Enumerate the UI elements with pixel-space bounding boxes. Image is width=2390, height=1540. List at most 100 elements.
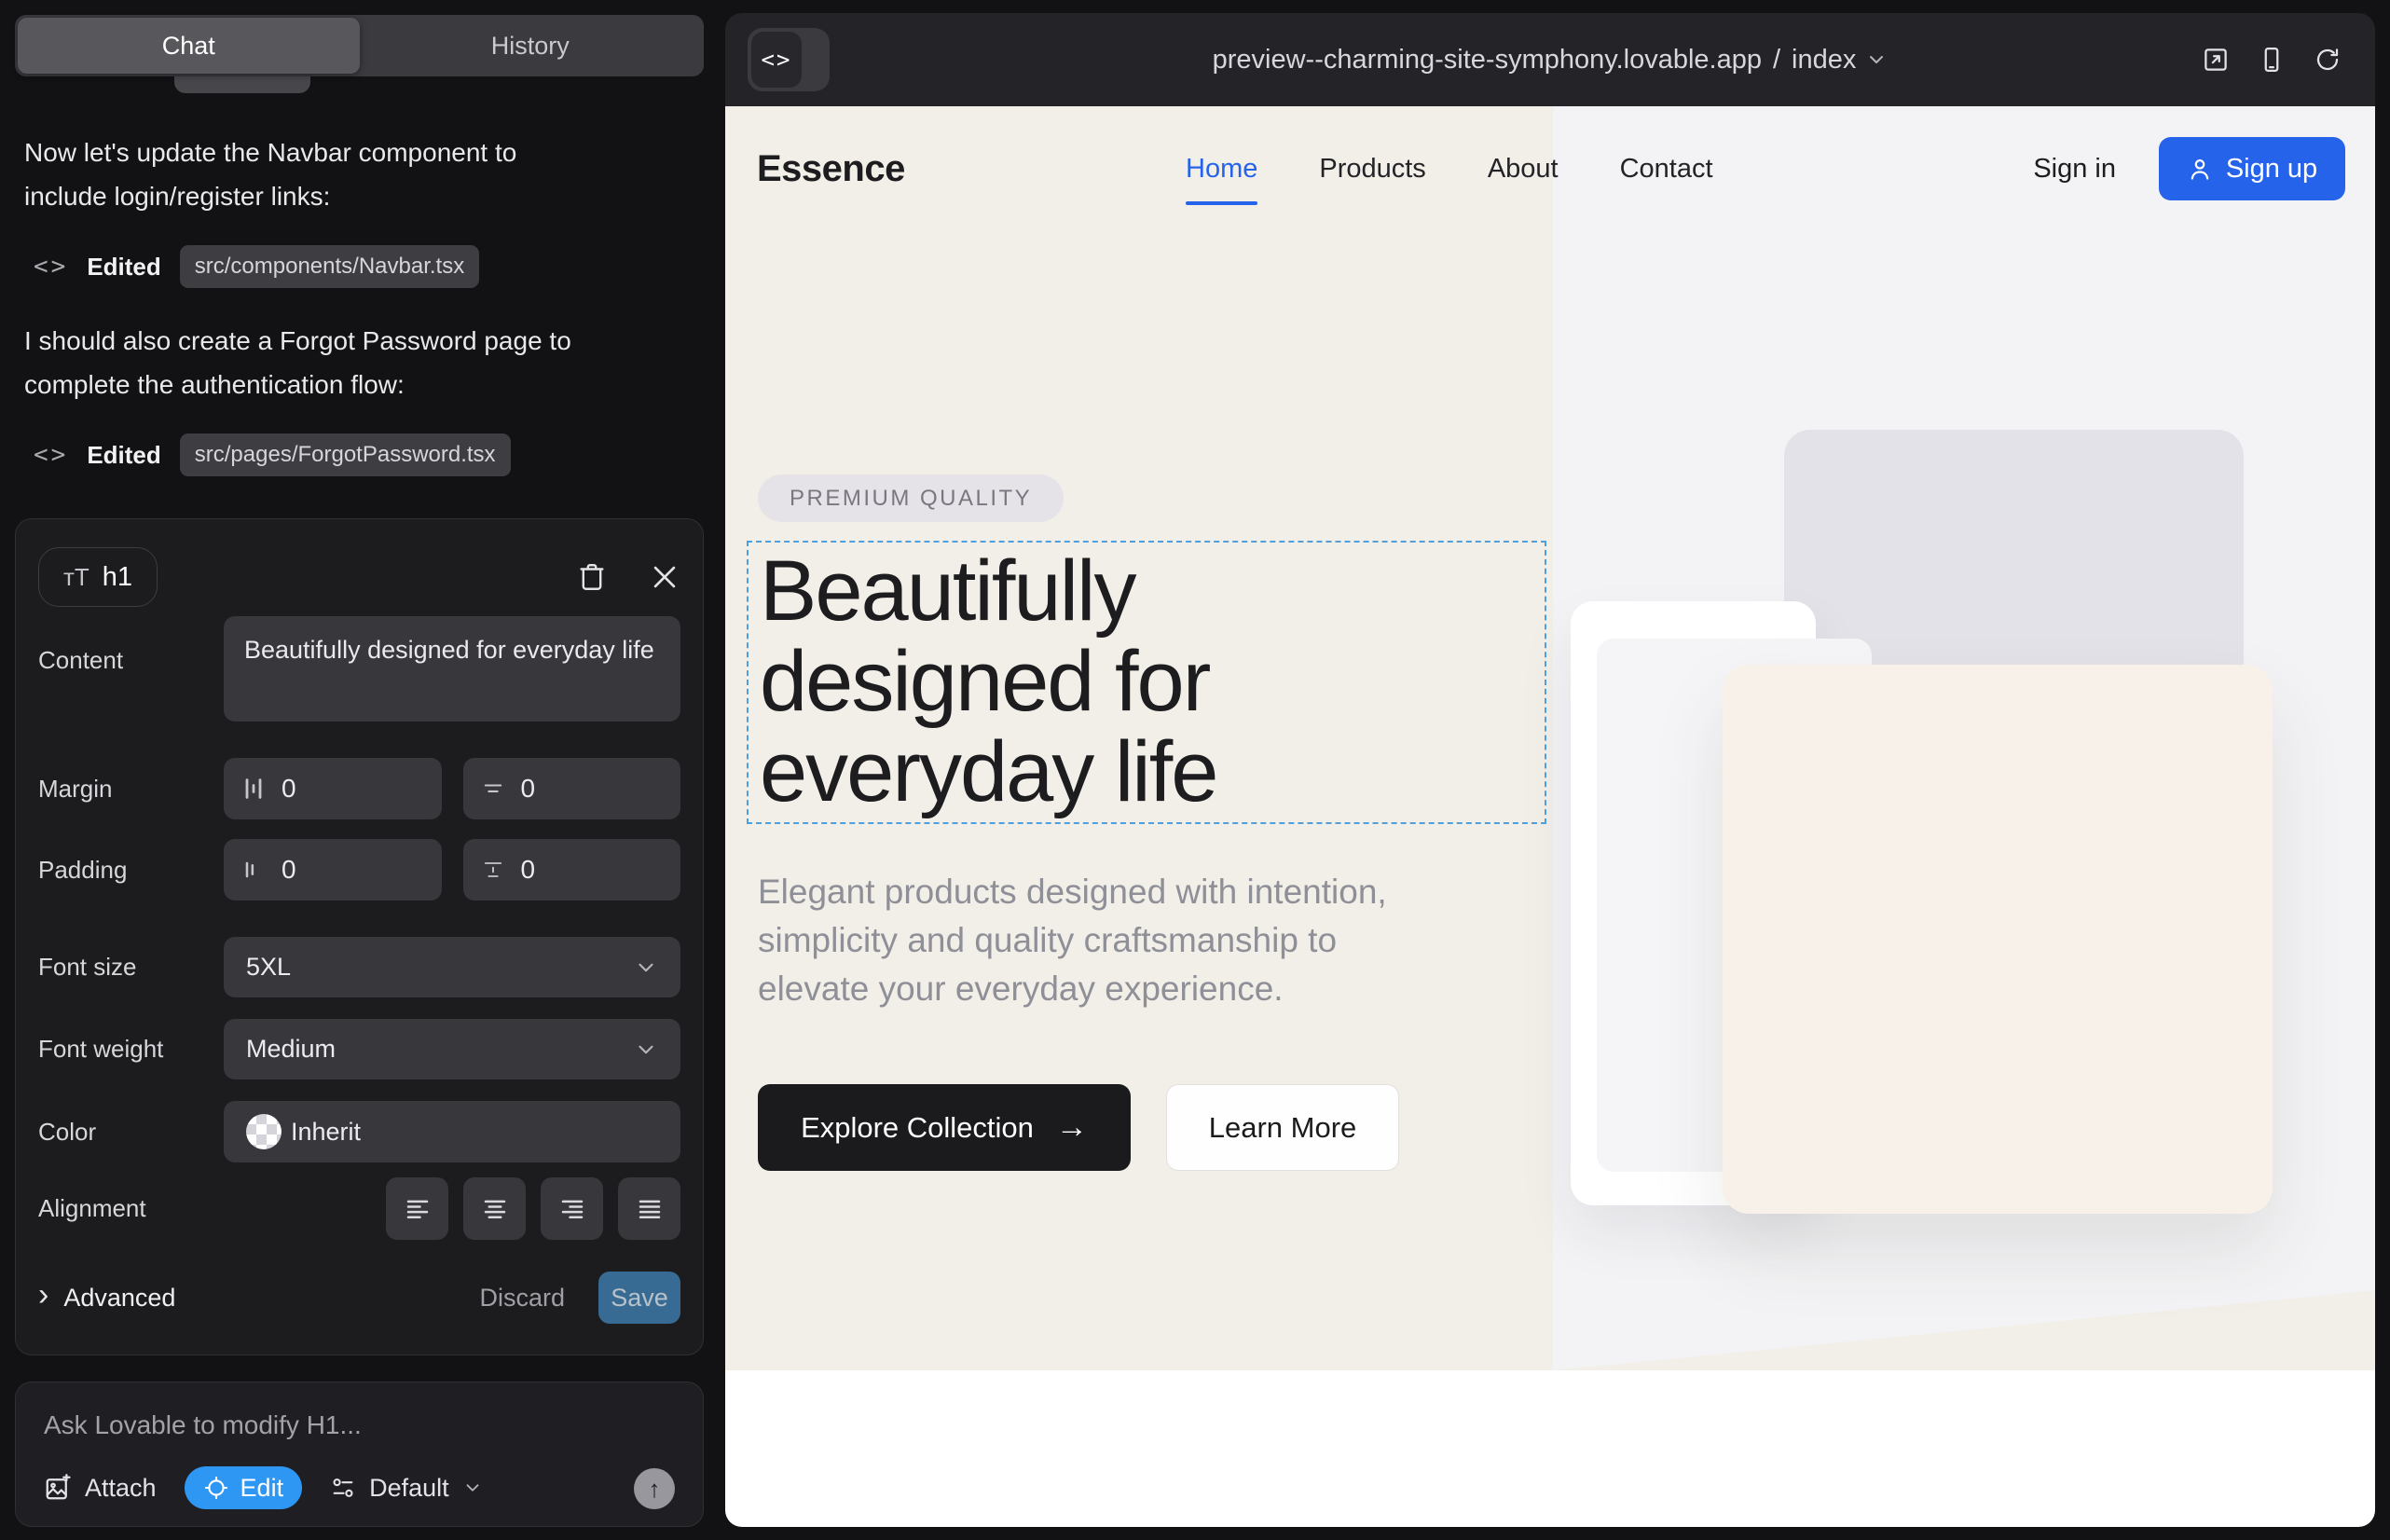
padding-y-field[interactable] [463, 839, 681, 901]
browser-chrome: <> preview--charming-site-symphony.lovab… [725, 13, 2375, 106]
page-name: index [1792, 45, 1856, 76]
nav-link-about[interactable]: About [1488, 154, 1559, 185]
padding-label: Padding [38, 856, 224, 885]
edit-mode-button[interactable]: Edit [185, 1466, 303, 1509]
font-size-row: Font size 5XL [38, 937, 680, 997]
align-center-icon [481, 1195, 509, 1223]
selection-outline: Beautifully designed for everyday life [747, 541, 1546, 824]
color-value: Inherit [291, 1118, 361, 1147]
tab-history[interactable]: History [360, 18, 702, 74]
mobile-view-icon[interactable] [2258, 46, 2286, 74]
content-textarea[interactable]: Beautifully designed for everyday life [224, 616, 680, 722]
content-row: Content Beautifully designed for everyda… [38, 616, 680, 722]
font-weight-label: Font weight [38, 1035, 224, 1064]
chat-composer: Attach Edit Default ↑ [15, 1382, 704, 1527]
send-button[interactable]: ↑ [634, 1468, 675, 1509]
sidebar: Chat History Now let's update the Navbar… [0, 0, 725, 1540]
composer-input[interactable] [44, 1405, 659, 1446]
edited-label: Edited [87, 441, 160, 470]
padding-horizontal-icon [240, 857, 267, 883]
margin-y-input[interactable] [521, 774, 665, 804]
learn-more-button[interactable]: Learn More [1166, 1084, 1399, 1171]
tab-chat[interactable]: Chat [18, 18, 360, 74]
sign-up-button[interactable]: Sign up [2159, 137, 2345, 200]
save-button[interactable]: Save [598, 1272, 680, 1324]
url-separator: / [1773, 45, 1780, 76]
margin-label: Margin [38, 775, 224, 804]
align-left-icon [404, 1195, 432, 1223]
code-icon: <> [34, 253, 68, 281]
padding-row: Padding [38, 839, 680, 901]
editor-header: тT h1 [38, 547, 680, 607]
typography-icon: тT [63, 563, 89, 592]
site-logo[interactable]: Essence [757, 106, 905, 231]
image-plus-icon [44, 1474, 72, 1502]
site-page: Essence Home Products About Contact Sign… [725, 106, 2375, 1527]
font-weight-value: Medium [246, 1035, 336, 1064]
font-size-value: 5XL [246, 953, 291, 982]
edited-label: Edited [87, 253, 160, 282]
align-left-button[interactable] [386, 1177, 448, 1240]
align-justify-icon [636, 1195, 664, 1223]
color-select[interactable]: Inherit [224, 1101, 680, 1162]
open-external-icon[interactable] [2202, 46, 2230, 74]
nav-link-home[interactable]: Home [1186, 154, 1257, 185]
padding-x-input[interactable] [282, 855, 425, 885]
element-tag-name: h1 [103, 562, 132, 593]
preview-url: preview--charming-site-symphony.lovable.… [1213, 45, 1762, 76]
file-pill[interactable]: src/components/Navbar.tsx [180, 245, 479, 288]
alignment-label: Alignment [38, 1194, 224, 1223]
advanced-toggle[interactable]: › Advanced [38, 1282, 175, 1313]
margin-row: Margin [38, 758, 680, 819]
font-size-label: Font size [38, 953, 224, 982]
color-row: Color Inherit [38, 1101, 680, 1162]
color-swatch [246, 1114, 282, 1149]
font-weight-select[interactable]: Medium [224, 1019, 680, 1079]
close-icon[interactable] [649, 561, 680, 593]
align-center-button[interactable] [463, 1177, 526, 1240]
chevron-down-icon [634, 956, 658, 980]
explore-collection-button[interactable]: Explore Collection → [758, 1084, 1131, 1171]
element-tag-pill: тT h1 [38, 547, 158, 607]
preview-panel: <> preview--charming-site-symphony.lovab… [725, 13, 2375, 1527]
advanced-label: Advanced [63, 1284, 175, 1313]
margin-x-field[interactable] [224, 758, 442, 819]
url-bar: preview--charming-site-symphony.lovable.… [725, 13, 2375, 106]
element-editor-panel: тT h1 Content Beautifully designed for e… [15, 518, 704, 1355]
hero-cta-group: Explore Collection → Learn More [758, 1084, 1399, 1171]
nav-link-contact[interactable]: Contact [1620, 154, 1713, 185]
discard-button[interactable]: Discard [479, 1284, 565, 1313]
chevron-right-icon: › [38, 1279, 48, 1311]
chevron-down-icon [634, 1038, 658, 1062]
decorative-card-cream [1723, 665, 2273, 1214]
refresh-icon[interactable] [2314, 46, 2342, 74]
sign-up-label: Sign up [2226, 154, 2317, 185]
margin-horizontal-icon [240, 776, 267, 802]
file-pill[interactable]: src/pages/ForgotPassword.tsx [180, 433, 511, 476]
user-icon [2187, 156, 2213, 182]
premium-quality-badge: PREMIUM QUALITY [758, 474, 1064, 522]
chevron-down-icon [1865, 48, 1888, 71]
font-weight-row: Font weight Medium [38, 1019, 680, 1079]
edit-label: Edit [240, 1474, 284, 1503]
chat-message: I should also create a Forgot Password p… [24, 319, 691, 406]
site-navbar: Essence Home Products About Contact Sign… [725, 106, 2375, 231]
font-size-select[interactable]: 5XL [224, 937, 680, 997]
padding-y-input[interactable] [521, 855, 665, 885]
explore-label: Explore Collection [801, 1111, 1034, 1145]
padding-vertical-icon [480, 857, 506, 883]
page-dropdown[interactable]: index [1792, 45, 1888, 76]
sign-in-link[interactable]: Sign in [2033, 154, 2116, 185]
attach-button[interactable]: Attach [44, 1474, 157, 1503]
margin-y-field[interactable] [463, 758, 681, 819]
sliders-icon [330, 1475, 356, 1501]
model-default-select[interactable]: Default [330, 1474, 483, 1503]
nav-link-products[interactable]: Products [1319, 154, 1425, 185]
hero-heading[interactable]: Beautifully designed for everyday life [760, 546, 1216, 818]
padding-x-field[interactable] [224, 839, 442, 901]
align-right-button[interactable] [541, 1177, 603, 1240]
margin-x-input[interactable] [282, 774, 425, 804]
align-justify-button[interactable] [618, 1177, 680, 1240]
trash-icon[interactable] [576, 561, 608, 593]
diagonal-wedge [1553, 1268, 2375, 1370]
